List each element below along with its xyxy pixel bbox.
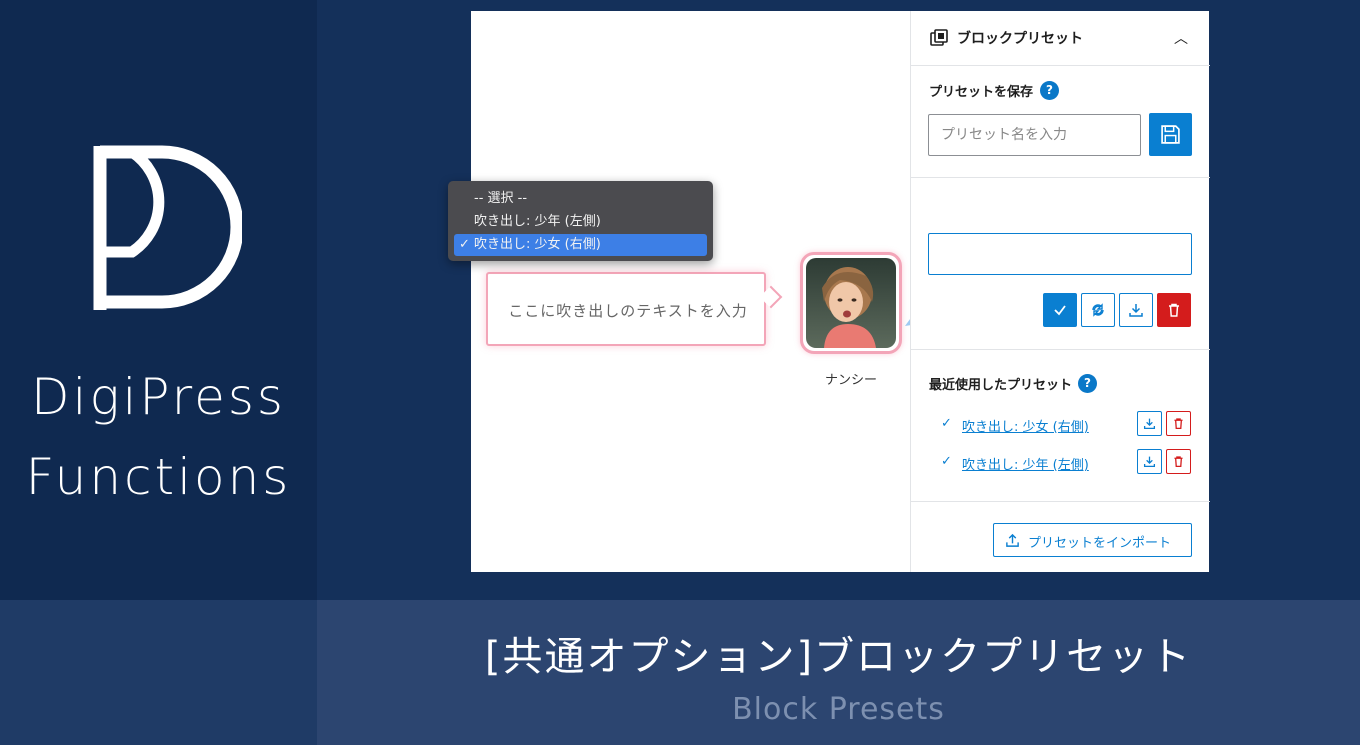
recent-section-label: 最近使用したプリセット — [929, 378, 1073, 393]
dropdown-option[interactable]: -- 選択 -- — [454, 188, 707, 210]
help-icon[interactable]: ? — [1078, 374, 1097, 393]
brand-name-line1: DigiPress — [31, 368, 286, 426]
apply-preset-button[interactable] — [1043, 293, 1077, 327]
panel-header[interactable]: ブロックプリセット ︿ — [911, 11, 1210, 66]
trash-icon — [1174, 418, 1183, 430]
download-icon — [1143, 456, 1156, 468]
digipress-logo-icon — [93, 145, 242, 310]
dropdown-option[interactable]: 吹き出し: 少年 (左側) — [454, 211, 707, 233]
save-preset-button[interactable] — [1149, 113, 1192, 156]
dropdown-option-label: -- 選択 -- — [474, 191, 528, 206]
check-icon: ✓ — [459, 237, 470, 252]
dropdown-option-label: 吹き出し: 少年 (左側) — [474, 214, 601, 229]
dropdown-option-selected[interactable]: ✓ 吹き出し: 少女 (右側) — [454, 234, 707, 256]
recent-preset-link[interactable]: 吹き出し: 少女 (右側) — [962, 416, 1089, 435]
help-icon[interactable]: ? — [1040, 81, 1059, 100]
section-divider — [911, 177, 1210, 178]
trash-icon — [1174, 456, 1183, 468]
recent-export-button[interactable] — [1137, 411, 1162, 436]
export-preset-button[interactable] — [1119, 293, 1153, 327]
caption-subtitle: Block Presets — [732, 692, 945, 727]
brand-name-line2: Functions — [25, 448, 292, 506]
import-preset-label: プリセットをインポート — [1028, 536, 1172, 551]
block-preset-icon — [930, 29, 948, 46]
preset-name-input[interactable] — [928, 114, 1141, 156]
panel-title: ブロックプリセット — [957, 31, 1083, 47]
editor-window: ここに吹き出しのテキストを入力 ナンシー ブロックプリセット ︿ プリセットを保… — [471, 11, 1210, 572]
caption-footer: [共通オプション]ブロックプリセット Block Presets — [317, 600, 1360, 745]
brand-panel: DigiPress Functions — [0, 0, 317, 600]
section-divider — [911, 349, 1210, 350]
check-icon: ✓ — [941, 454, 952, 469]
trash-icon — [1169, 303, 1179, 317]
recent-preset-link[interactable]: 吹き出し: 少年 (左側) — [962, 454, 1089, 473]
sync-icon — [1092, 303, 1104, 317]
floppy-disk-icon — [1161, 125, 1180, 144]
speech-bubble-text[interactable]: ここに吹き出しのテキストを入力 — [488, 300, 768, 321]
avatar[interactable] — [800, 252, 902, 354]
preset-dropdown-menu[interactable]: -- 選択 -- 吹き出し: 少年 (左側) ✓ 吹き出し: 少女 (右側) — [448, 181, 713, 261]
upload-icon — [1006, 533, 1019, 547]
avatar-photo-icon — [806, 258, 896, 348]
delete-preset-button[interactable] — [1157, 293, 1191, 327]
speech-bubble-block[interactable]: ここに吹き出しのテキストを入力 — [486, 272, 766, 346]
check-icon: ✓ — [941, 416, 952, 431]
preset-select[interactable] — [928, 233, 1192, 275]
save-section-label: プリセットを保存 — [929, 85, 1034, 100]
download-icon — [1129, 304, 1143, 317]
import-preset-button[interactable]: プリセットをインポート — [993, 523, 1192, 557]
check-icon — [1054, 305, 1066, 316]
recent-delete-button[interactable] — [1166, 411, 1191, 436]
update-preset-button[interactable] — [1081, 293, 1115, 327]
avatar-name: ナンシー — [824, 373, 877, 388]
chevron-up-icon[interactable]: ︿ — [1174, 28, 1188, 48]
dropdown-option-label: 吹き出し: 少女 (右側) — [474, 237, 601, 252]
editor-canvas: ここに吹き出しのテキストを入力 ナンシー — [471, 11, 993, 572]
caption-title: [共通オプション]ブロックプリセット — [484, 634, 1193, 680]
download-icon — [1143, 418, 1156, 430]
brand-panel-footer — [0, 600, 317, 745]
section-divider — [911, 501, 1210, 502]
settings-sidebar: ブロックプリセット ︿ プリセットを保存 ? プリセット名を入力 最近使用したプ… — [910, 11, 1210, 572]
recent-delete-button[interactable] — [1166, 449, 1191, 474]
recent-export-button[interactable] — [1137, 449, 1162, 474]
